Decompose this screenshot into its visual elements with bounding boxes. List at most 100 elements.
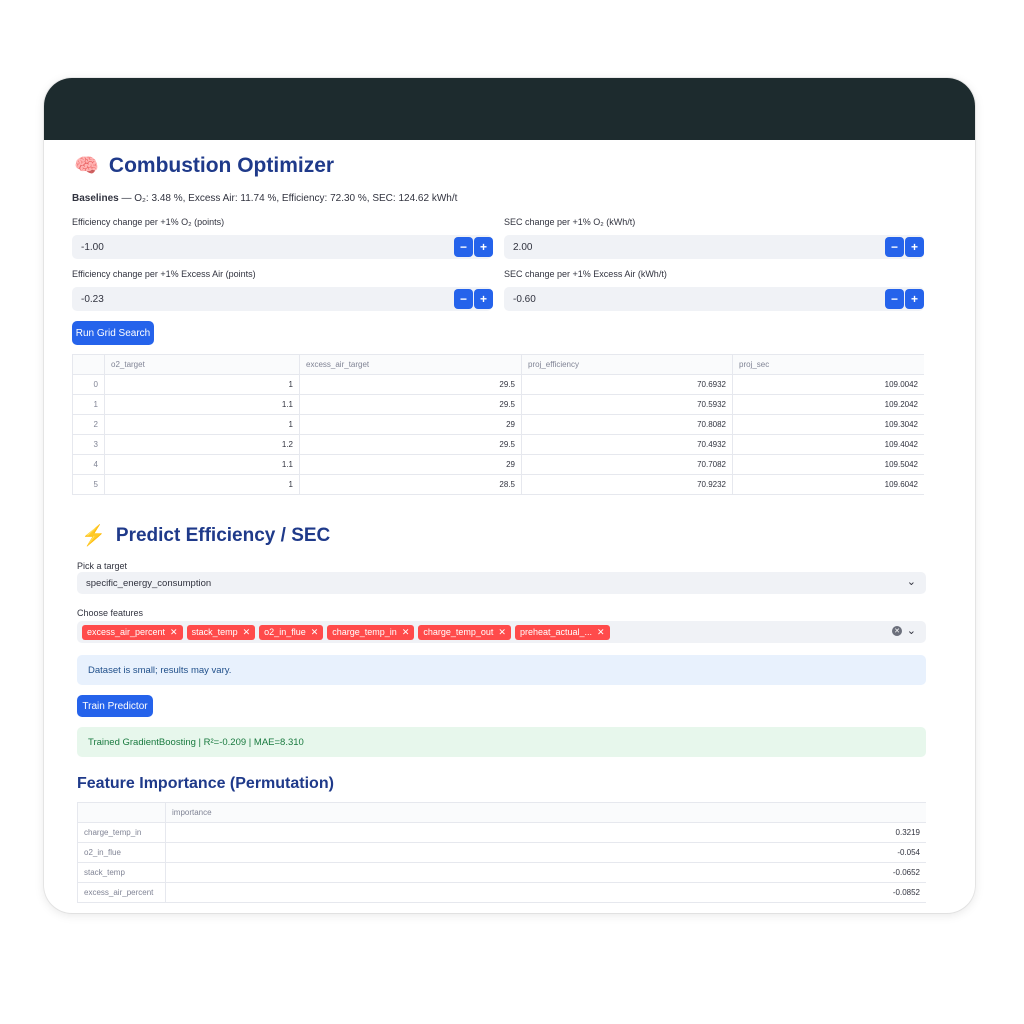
table-cell: 1 [104, 414, 300, 435]
sec-o2-increment-button[interactable]: + [905, 237, 924, 257]
input-label-eff-o2: Efficiency change per +1% O₂ (points) [72, 217, 225, 227]
eff-air-decrement-button[interactable]: − [454, 289, 473, 309]
table-cell: 0.3219 [165, 822, 926, 843]
sec-o2-input[interactable]: 2.00 [504, 235, 924, 259]
table-cell: 70.9232 [521, 474, 733, 495]
baselines-values: — O₂: 3.48 %, Excess Air: 11.74 %, Effic… [118, 193, 458, 204]
column-header[interactable] [77, 802, 166, 823]
row-index: 1 [72, 394, 105, 415]
table-cell: 29 [299, 414, 522, 435]
predict-title: Predict Efficiency / SEC [115, 525, 331, 546]
table-cell: 28.5 [299, 474, 522, 495]
app-window: 🧠 Combustion Optimizer Baselines — O₂: 3… [44, 78, 975, 913]
eff-o2-value: -1.00 [81, 241, 104, 253]
table-cell: 1 [104, 374, 300, 395]
chevron-down-icon[interactable]: ⌄ [907, 624, 916, 637]
table-cell: 70.5932 [521, 394, 733, 415]
optimizer-heading: 🧠 Combustion Optimizer [74, 154, 334, 178]
row-label: stack_temp [77, 862, 166, 883]
feature-chip[interactable]: excess_air_percent ✕ [82, 624, 183, 640]
target-select-value: specific_energy_consumption [86, 577, 212, 589]
run-grid-search-button[interactable]: Run Grid Search [72, 321, 154, 345]
importance-table-container[interactable]: importance charge_temp_in 0.3219 o2_in_f… [77, 802, 926, 906]
feature-chip-label: excess_air_percent [87, 627, 166, 637]
table-row: charge_temp_in 0.3219 [77, 822, 926, 843]
feature-chip-label: charge_temp_in [332, 627, 397, 637]
table-cell: 109.0042 [732, 374, 924, 395]
close-icon[interactable]: ✕ [243, 627, 251, 638]
close-icon[interactable]: ✕ [597, 627, 605, 638]
sec-o2-decrement-button[interactable]: − [885, 237, 904, 257]
table-cell: 1.1 [104, 454, 300, 475]
table-cell: 70.4932 [521, 434, 733, 455]
table-cell: 109.4042 [732, 434, 924, 455]
eff-air-increment-button[interactable]: + [474, 289, 493, 309]
feature-chip-label: preheat_actual_... [519, 627, 593, 637]
column-header[interactable]: o2_target [104, 354, 300, 375]
success-alert: Trained GradientBoosting | R²=-0.209 | M… [77, 727, 926, 757]
baselines-label: Baselines [72, 193, 119, 204]
sec-air-decrement-button[interactable]: − [885, 289, 904, 309]
close-icon[interactable]: ✕ [311, 627, 319, 638]
table-cell: -0.0852 [165, 882, 926, 903]
row-index: 0 [72, 374, 105, 395]
sec-o2-value: 2.00 [513, 241, 533, 253]
table-row: 4 1.1 29 70.7082 109.5042 [72, 454, 924, 475]
table-cell: 29.5 [299, 434, 522, 455]
table-cell: 70.8082 [521, 414, 733, 435]
train-predictor-button[interactable]: Train Predictor [77, 695, 153, 717]
close-icon[interactable]: ✕ [170, 627, 178, 638]
feature-importance-title: Feature Importance (Permutation) [77, 775, 334, 792]
row-index: 3 [72, 434, 105, 455]
feature-chip[interactable]: preheat_actual_... ✕ [514, 624, 610, 640]
table-cell: 109.2042 [732, 394, 924, 415]
eff-air-input[interactable]: -0.23 [72, 287, 492, 311]
clear-all-icon[interactable]: ✕ [892, 626, 902, 636]
baselines-text: Baselines — O₂: 3.48 %, Excess Air: 11.7… [72, 193, 457, 204]
input-label-sec-air: SEC change per +1% Excess Air (kWh/t) [504, 269, 667, 279]
optimizer-title: Combustion Optimizer [108, 154, 335, 177]
close-icon[interactable]: ✕ [402, 627, 410, 638]
features-multiselect[interactable]: excess_air_percent ✕ stack_temp ✕ o2_in_fl… [77, 621, 926, 643]
feature-chip-label: charge_temp_out [423, 627, 494, 637]
table-row: 1 1.1 29.5 70.5932 109.2042 [72, 394, 924, 415]
row-label: charge_temp_in [77, 822, 166, 843]
target-label: Pick a target [77, 561, 128, 571]
table-cell: 29 [299, 454, 522, 475]
feature-chip[interactable]: charge_temp_out ✕ [418, 624, 511, 640]
column-header[interactable]: proj_efficiency [521, 354, 733, 375]
eff-o2-input[interactable]: -1.00 [72, 235, 492, 259]
input-label-eff-air: Efficiency change per +1% Excess Air (po… [72, 269, 256, 279]
feature-chip[interactable]: o2_in_flue ✕ [259, 624, 324, 640]
table-cell: 70.6932 [521, 374, 733, 395]
feature-chip-label: stack_temp [191, 627, 238, 637]
table-row: o2_in_flue -0.054 [77, 842, 926, 863]
table-cell: 29.5 [299, 394, 522, 415]
table-row: stack_temp -0.0652 [77, 862, 926, 883]
column-header[interactable]: excess_air_target [299, 354, 522, 375]
sec-air-input[interactable]: -0.60 [504, 287, 924, 311]
table-cell: 70.7082 [521, 454, 733, 475]
column-header[interactable]: importance [165, 802, 926, 823]
column-header[interactable] [72, 354, 105, 375]
grid-search-table-container[interactable]: o2_target excess_air_target proj_efficie… [72, 354, 924, 502]
table-cell: 109.3042 [732, 414, 924, 435]
row-index: 2 [72, 414, 105, 435]
sec-air-increment-button[interactable]: + [905, 289, 924, 309]
table-cell: 1.2 [104, 434, 300, 455]
table-cell: -0.054 [165, 842, 926, 863]
eff-o2-increment-button[interactable]: + [474, 237, 493, 257]
row-index: 5 [72, 474, 105, 495]
table-row: 2 1 29 70.8082 109.3042 [72, 414, 924, 435]
row-label: excess_air_percent [77, 882, 166, 903]
table-cell: 1 [104, 474, 300, 495]
close-icon[interactable]: ✕ [498, 627, 506, 638]
table-row: 5 1 28.5 70.9232 109.6042 [72, 474, 924, 495]
target-select[interactable]: specific_energy_consumption ⌄ [77, 572, 926, 594]
feature-chip[interactable]: charge_temp_in ✕ [327, 624, 415, 640]
table-cell: 29.5 [299, 374, 522, 395]
feature-chip[interactable]: stack_temp ✕ [186, 624, 256, 640]
column-header[interactable]: proj_sec [732, 354, 924, 375]
eff-o2-decrement-button[interactable]: − [454, 237, 473, 257]
info-alert: Dataset is small; results may vary. [77, 655, 926, 685]
